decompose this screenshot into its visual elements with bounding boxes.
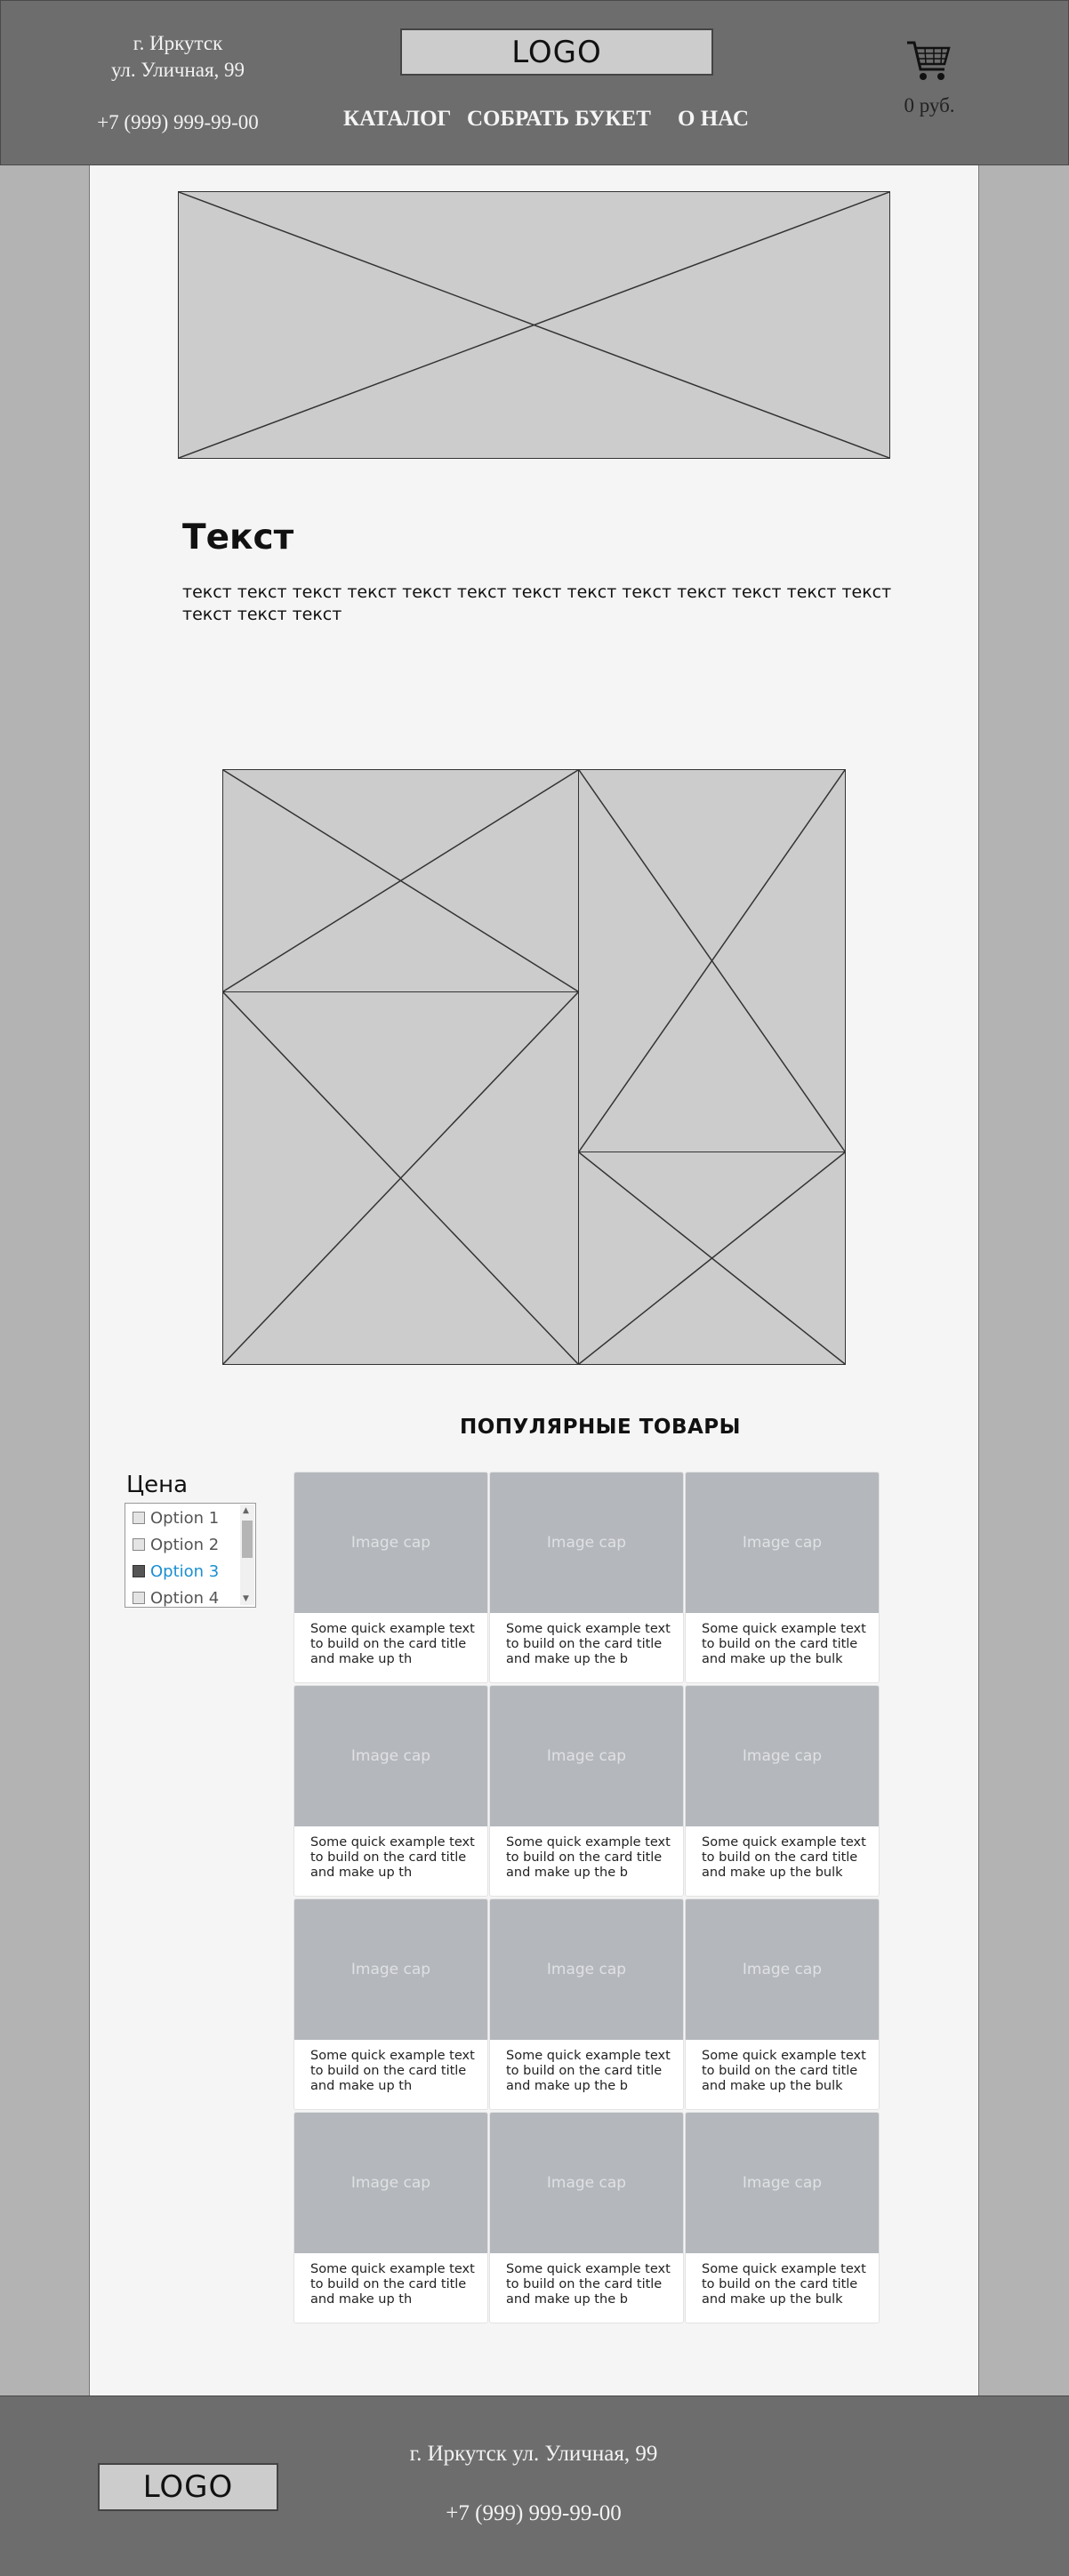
checkbox[interactable] [133,1512,145,1524]
header-phone[interactable]: +7 (999) 999-99-00 [80,111,276,134]
filter-option-2[interactable]: Option 2 [133,1534,219,1555]
card-text: Some quick example text to build on the … [506,2049,671,2093]
card-image-cap: Image cap [490,1686,683,1826]
shopping-cart-icon[interactable] [905,37,952,87]
card-text: Some quick example text to build on the … [506,1622,671,1666]
card-image-cap: Image cap [686,1686,879,1826]
card-image-cap: Image cap [490,2113,683,2253]
card-text: Some quick example text to build on the … [310,1835,475,1880]
footer-logo[interactable]: LOGO [98,2463,278,2511]
card-image-cap: Image cap [294,1686,487,1826]
card-image-cap: Image cap [490,1899,683,2040]
popular-products-title: ПОПУЛЯРНЫЕ ТОВАРЫ [459,1416,741,1439]
filter-option-1[interactable]: Option 1 [133,1507,219,1529]
product-card[interactable]: Image cap Some quick example text to buil… [489,2112,684,2323]
card-text: Some quick example text to build on the … [702,2262,866,2307]
card-text: Some quick example text to build on the … [702,1622,866,1666]
card-image-cap: Image cap [294,2113,487,2253]
filter-option-4[interactable]: Option 4 [133,1587,219,1609]
card-text: Some quick example text to build on the … [310,2262,475,2307]
gallery-image-2 [222,991,579,1365]
checkbox-checked[interactable] [133,1565,145,1577]
product-card[interactable]: Image cap Some quick example text to buil… [685,2112,880,2323]
product-card[interactable]: Image cap Some quick example text to buil… [685,1898,880,2110]
checkbox[interactable] [133,1538,145,1551]
card-text: Some quick example text to build on the … [506,2262,671,2307]
gallery-image-3 [578,769,846,1152]
header-address-street: ул. Уличная, 99 [110,59,245,81]
header-logo[interactable]: LOGO [400,28,713,76]
header-address-city: г. Иркутск [133,32,223,54]
product-card[interactable]: Image cap Some quick example text to buil… [685,1685,880,1897]
card-text: Some quick example text to build on the … [310,1622,475,1666]
product-card[interactable]: Image cap Some quick example text to buil… [293,2112,488,2323]
product-card[interactable]: Image cap Some quick example text to buil… [685,1472,880,1683]
scroll-thumb[interactable] [242,1521,253,1558]
card-image-cap: Image cap [686,1899,879,2040]
price-filter-label: Цена [126,1472,189,1498]
footer-address: г. Иркутск ул. Уличная, 99 [409,2442,658,2466]
card-text: Some quick example text to build on the … [702,2049,866,2093]
card-text: Some quick example text to build on the … [310,2049,475,2093]
card-text: Some quick example text to build on the … [506,1835,671,1880]
cart-total[interactable]: 0 руб. [889,94,969,117]
product-card[interactable]: Image cap Some quick example text to buil… [293,1685,488,1897]
nav-build-bouquet[interactable]: СОБРАТЬ БУКЕТ [467,107,651,132]
gallery-image-4 [578,1152,846,1365]
filter-scrollbar[interactable]: ▲ ▼ [240,1505,254,1605]
product-card[interactable]: Image cap Some quick example text to buil… [489,1472,684,1683]
filter-option-3[interactable]: Option 3 [133,1561,219,1582]
product-card[interactable]: Image cap Some quick example text to buil… [293,1472,488,1683]
product-card[interactable]: Image cap Some quick example text to buil… [293,1898,488,2110]
gallery-image-1 [222,769,579,992]
product-card[interactable]: Image cap Some quick example text to buil… [489,1898,684,2110]
checkbox[interactable] [133,1592,145,1604]
scroll-up-arrow-icon[interactable]: ▲ [243,1506,249,1515]
card-image-cap: Image cap [490,1473,683,1613]
hero-image-placeholder [178,191,890,459]
scroll-down-arrow-icon[interactable]: ▼ [243,1594,249,1603]
card-image-cap: Image cap [294,1473,487,1613]
nav-about[interactable]: О НАС [678,107,749,132]
card-image-cap: Image cap [686,2113,879,2253]
section-text: текст текст текст текст текст текст текс… [182,582,892,624]
product-card[interactable]: Image cap Some quick example text to buil… [489,1685,684,1897]
price-filter-list[interactable]: Option 1 Option 2 Option 3 Option 4 ▲ ▼ [125,1503,256,1608]
nav-catalog[interactable]: КАТАЛОГ [343,107,451,132]
card-image-cap: Image cap [686,1473,879,1613]
section-title: Текст [182,518,294,558]
card-image-cap: Image cap [294,1899,487,2040]
footer-phone[interactable]: +7 (999) 999-99-00 [400,2501,667,2526]
card-text: Some quick example text to build on the … [702,1835,866,1880]
